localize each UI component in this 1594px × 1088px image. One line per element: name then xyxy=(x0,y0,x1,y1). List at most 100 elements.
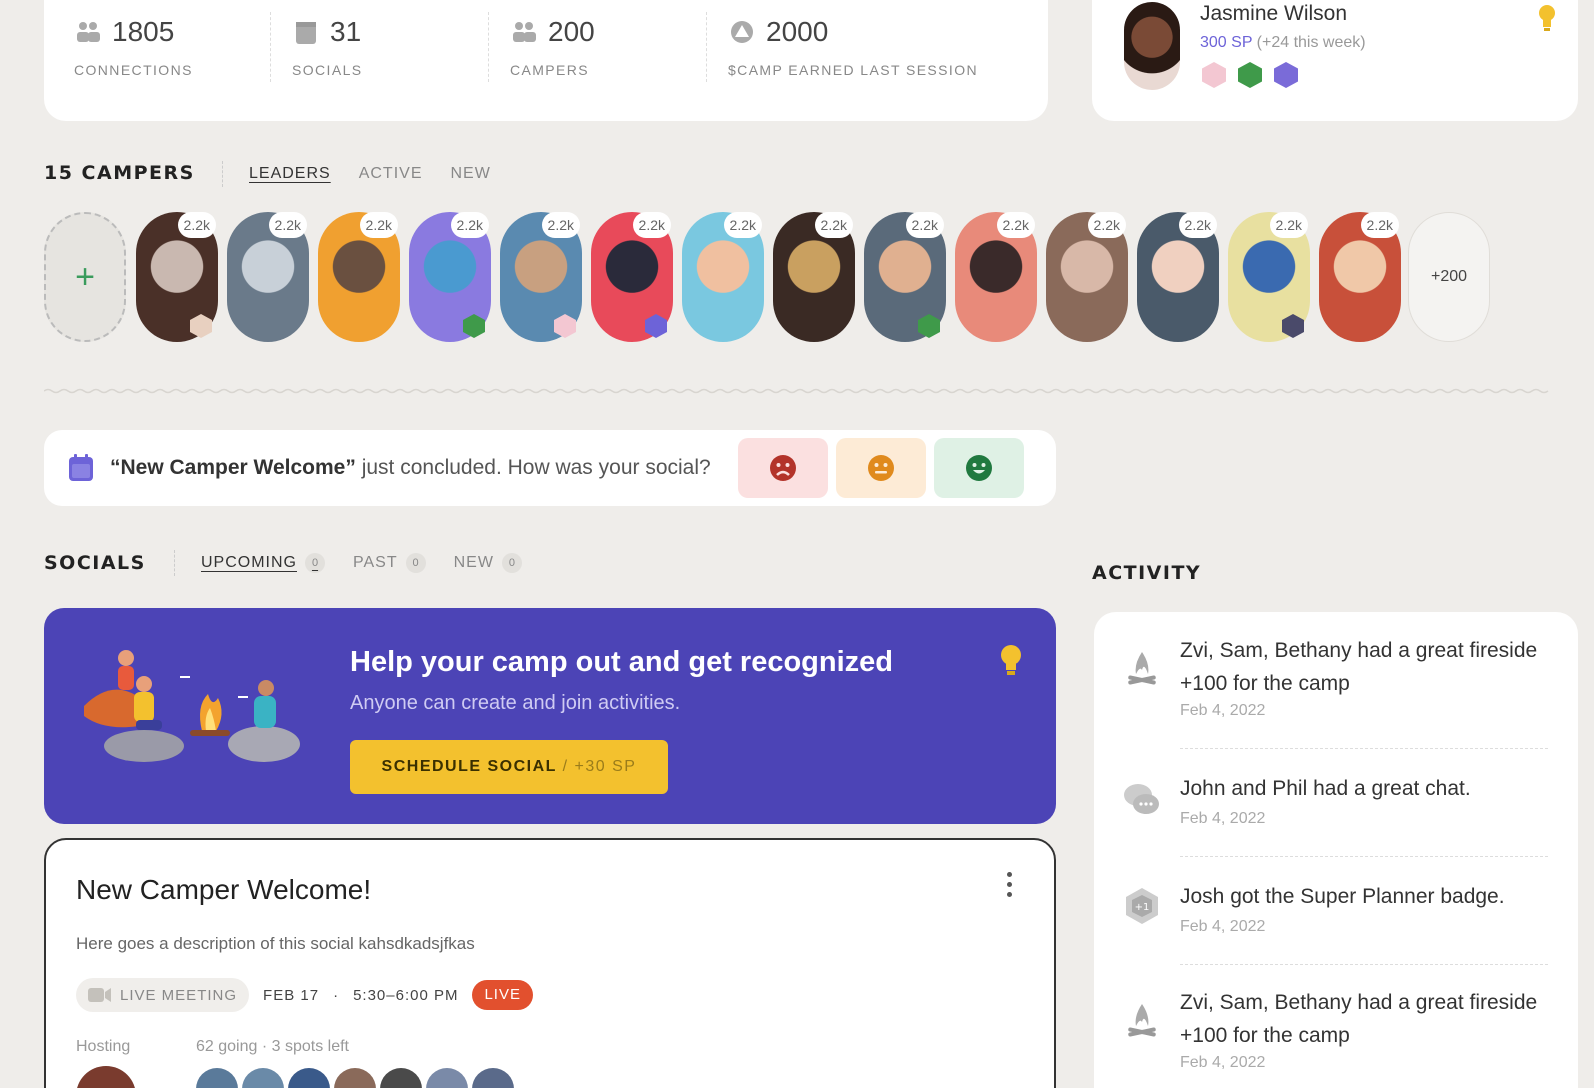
profile-card[interactable]: Jasmine Wilson 300 SP (+24 this week) xyxy=(1092,0,1578,121)
social-card[interactable]: New Camper Welcome! Here goes a descript… xyxy=(44,838,1056,1088)
social-time: 5:30–6:00 PM xyxy=(353,986,459,1004)
tab-past[interactable]: PAST 0 xyxy=(353,553,426,573)
camper-score: 2.2k xyxy=(632,212,671,238)
tab-upcoming[interactable]: UPCOMING 0 xyxy=(201,553,325,573)
avatar[interactable] xyxy=(334,1068,376,1088)
happy-face-icon xyxy=(966,455,992,481)
divider xyxy=(706,12,707,82)
live-badge: LIVE xyxy=(472,980,533,1010)
camper-avatar[interactable]: 2.2k xyxy=(1319,212,1401,342)
camper-avatar[interactable]: 2.2k xyxy=(318,212,400,342)
avatar[interactable] xyxy=(196,1068,238,1088)
more-options-icon[interactable] xyxy=(1007,872,1012,897)
avatar[interactable] xyxy=(76,1066,136,1088)
camper-avatar[interactable]: 2.2k xyxy=(864,212,946,342)
rating-bad-button[interactable] xyxy=(738,438,828,498)
add-camper-button[interactable]: + xyxy=(44,212,126,342)
camper-score: 2.2k xyxy=(541,212,580,238)
chat-icon xyxy=(1124,784,1159,814)
camper-score: 2.2k xyxy=(177,212,216,238)
tab-label: NEW xyxy=(453,554,494,571)
socials-tabs: UPCOMING 0 PAST 0 NEW 0 xyxy=(174,550,550,576)
meeting-type: LIVE MEETING xyxy=(120,986,238,1004)
stat-label: SOCIALS xyxy=(292,62,363,78)
badge-list xyxy=(1202,62,1298,88)
activity-text: Zvi, Sam, Bethany had a great fireside +… xyxy=(1180,991,1538,1047)
campers-title: 15 CAMPERS xyxy=(44,162,195,184)
avatar[interactable] xyxy=(472,1068,514,1088)
activity-title: ACTIVITY xyxy=(1092,562,1202,584)
feedback-text: “New Camper Welcome” just concluded. How… xyxy=(110,456,711,480)
badge-icon: +1 xyxy=(1126,888,1158,924)
schedule-social-button[interactable]: SCHEDULE SOCIAL / +30 SP xyxy=(350,740,668,794)
avatar[interactable] xyxy=(1124,2,1180,90)
avatar[interactable] xyxy=(380,1068,422,1088)
meeting-type-chip: LIVE MEETING xyxy=(76,978,250,1012)
camper-score: 2.2k xyxy=(268,212,307,238)
going-count: 62 going · 3 spots left xyxy=(196,1038,349,1055)
camper-avatar[interactable]: 2.2k xyxy=(409,212,491,342)
social-date: FEB 17 xyxy=(263,986,320,1004)
video-camera-icon xyxy=(88,988,111,1002)
social-title: New Camper Welcome! xyxy=(76,874,372,905)
stat-value: 1805 xyxy=(112,16,175,47)
stat-campers[interactable]: 200 CAMPERS xyxy=(510,16,595,78)
stat-camp-earned[interactable]: 2000 $CAMP EARNED LAST SESSION xyxy=(728,16,978,78)
campfire-icon xyxy=(1128,652,1156,685)
stat-socials[interactable]: 31 SOCIALS xyxy=(292,16,363,78)
button-sp: / +30 SP xyxy=(562,758,637,775)
camper-avatar[interactable]: 2.2k xyxy=(773,212,855,342)
tab-active[interactable]: ACTIVE xyxy=(359,165,423,183)
avatar[interactable] xyxy=(288,1068,330,1088)
socials-title: SOCIALS xyxy=(44,552,146,574)
promo-subtitle: Anyone can create and join activities. xyxy=(350,692,681,714)
stats-card: 1805 CONNECTIONS 31 SOCIALS 200 CAMPERS … xyxy=(44,0,1048,121)
camper-avatar[interactable]: 2.2k xyxy=(136,212,218,342)
sad-face-icon xyxy=(770,455,796,481)
badge-icon[interactable] xyxy=(1202,62,1226,88)
tab-new[interactable]: NEW xyxy=(451,165,491,183)
tab-new[interactable]: NEW 0 xyxy=(454,553,522,573)
camper-avatar[interactable]: 2.2k xyxy=(955,212,1037,342)
people-icon xyxy=(513,22,536,42)
stat-connections[interactable]: 1805 CONNECTIONS xyxy=(74,16,193,78)
rating-neutral-button[interactable] xyxy=(836,438,926,498)
camper-score: 2.2k xyxy=(450,212,489,238)
social-description: Here goes a description of this social k… xyxy=(76,934,475,953)
camper-avatar[interactable]: 2.2k xyxy=(1228,212,1310,342)
activity-text: Zvi, Sam, Bethany had a great fireside +… xyxy=(1180,639,1538,695)
camper-score: 2.2k xyxy=(1269,212,1308,238)
divider xyxy=(270,12,271,82)
social-feedback-bar: “New Camper Welcome” just concluded. How… xyxy=(44,430,1056,506)
camper-avatar[interactable]: 2.2k xyxy=(227,212,309,342)
badge-icon[interactable] xyxy=(1238,62,1262,88)
camper-avatar[interactable]: 2.2k xyxy=(682,212,764,342)
stat-value: 2000 xyxy=(766,16,829,47)
camper-score: 2.2k xyxy=(359,212,398,238)
more-campers-button[interactable]: +200 xyxy=(1408,212,1490,342)
badge-icon[interactable] xyxy=(1274,62,1298,88)
tab-leaders[interactable]: LEADERS xyxy=(249,165,331,183)
camper-avatar[interactable]: 2.2k xyxy=(1137,212,1219,342)
rating-good-button[interactable] xyxy=(934,438,1024,498)
camper-avatar[interactable]: 2.2k xyxy=(500,212,582,342)
camper-score: 2.2k xyxy=(723,212,762,238)
avatar[interactable] xyxy=(242,1068,284,1088)
camper-score: 2.2k xyxy=(814,212,853,238)
camper-avatar[interactable]: 2.2k xyxy=(591,212,673,342)
camper-score: 2.2k xyxy=(1178,212,1217,238)
camper-avatar[interactable]: 2.2k xyxy=(1046,212,1128,342)
activity-date: Feb 4, 2022 xyxy=(1180,918,1266,935)
activity-date: Feb 4, 2022 xyxy=(1180,702,1266,719)
tab-label: PAST xyxy=(353,554,398,571)
lightbulb-icon[interactable] xyxy=(1538,4,1556,32)
profile-name: Jasmine Wilson xyxy=(1200,2,1348,25)
button-label: SCHEDULE SOCIAL xyxy=(381,758,557,775)
camper-score: 2.2k xyxy=(996,212,1035,238)
lightbulb-icon[interactable] xyxy=(1000,644,1022,676)
people-icon xyxy=(77,22,100,42)
promo-banner: Help your camp out and get recognized An… xyxy=(44,608,1056,824)
divider xyxy=(1180,748,1548,749)
avatar[interactable] xyxy=(426,1068,468,1088)
calendar-icon xyxy=(69,454,93,481)
